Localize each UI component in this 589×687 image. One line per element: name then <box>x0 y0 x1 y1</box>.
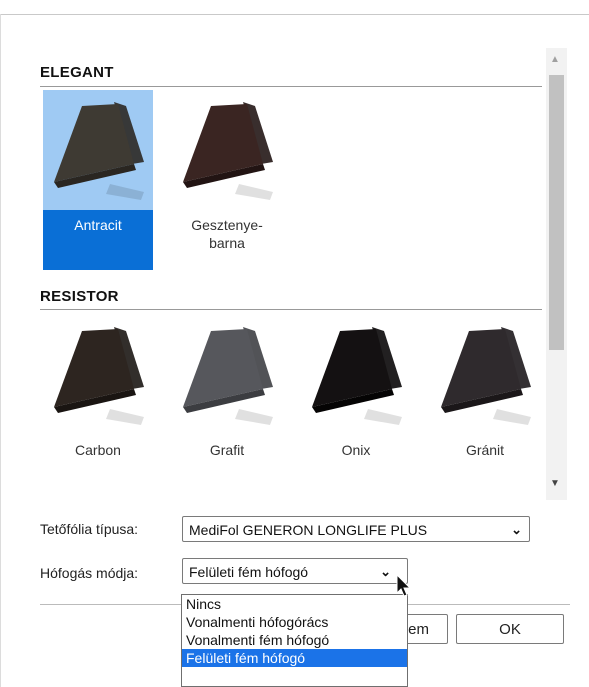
ok-button[interactable]: OK <box>456 614 564 644</box>
foil-type-label: Tetőfólia típusa: <box>40 521 139 537</box>
tile-antracit[interactable]: Antracit <box>43 90 153 270</box>
snow-guard-value: Felületi fém hófogó <box>189 564 309 580</box>
window-left-border <box>0 14 1 687</box>
section-title: RESISTOR <box>40 288 119 305</box>
scrollbar-thumb[interactable] <box>549 75 564 350</box>
roof-tile-icon <box>54 102 144 200</box>
section-divider <box>40 309 542 310</box>
scroll-down-arrow-icon[interactable]: ▼ <box>550 478 560 489</box>
tile-label: Antracit <box>74 217 122 233</box>
foil-type-value: MediFol GENERON LONGLIFE PLUS <box>189 522 428 538</box>
roof-tile-icon <box>183 327 273 425</box>
section-divider <box>40 86 542 87</box>
tile-label: Gránit <box>465 442 505 458</box>
snow-guard-dropdown-list: Nincs Vonalmenti hófogórács Vonalmenti f… <box>181 594 408 687</box>
snow-guard-label: Hófogás módja: <box>40 565 139 581</box>
tile-grafit[interactable]: Grafit <box>172 315 282 495</box>
mouse-cursor-icon <box>396 574 412 597</box>
tile-granit[interactable]: Gránit <box>430 315 540 495</box>
cancel-button-label: em <box>408 621 429 638</box>
section-title: ELEGANT <box>40 64 114 81</box>
window-top-border <box>0 14 589 15</box>
tile-label: Carbon <box>75 442 121 458</box>
tile-label: Gesztenye- barna <box>191 217 263 251</box>
roof-tile-icon <box>441 327 531 425</box>
tile-label: Grafit <box>209 442 245 458</box>
section-resistor: RESISTOR <box>40 288 542 310</box>
tile-onix[interactable]: Onix <box>301 315 411 495</box>
roof-tile-icon <box>54 327 144 425</box>
dropdown-option-vonalmenti-fem-hofogo[interactable]: Vonalmenti fém hófogó <box>182 631 407 649</box>
section-elegant: ELEGANT <box>40 64 542 87</box>
chevron-down-icon: ⌄ <box>511 522 522 537</box>
tile-gesztenyebarna[interactable]: Gesztenye- barna <box>172 90 282 270</box>
dropdown-option-nincs[interactable]: Nincs <box>182 595 407 613</box>
roof-tile-icon <box>183 102 273 200</box>
tile-carbon[interactable]: Carbon <box>43 315 153 495</box>
ok-button-label: OK <box>499 621 521 638</box>
scroll-up-arrow-icon[interactable]: ▲ <box>550 54 560 65</box>
snow-guard-select[interactable]: Felületi fém hófogó ⌄ <box>182 558 408 584</box>
chevron-down-icon: ⌄ <box>380 564 391 579</box>
tile-label: Onix <box>341 442 371 458</box>
dropdown-option-feluleti-fem-hofogo[interactable]: Felületi fém hófogó <box>182 649 407 667</box>
roof-tile-icon <box>312 327 402 425</box>
foil-type-select[interactable]: MediFol GENERON LONGLIFE PLUS ⌄ <box>182 516 530 542</box>
dropdown-option-vonalmenti-hofogoracs[interactable]: Vonalmenti hófogórács <box>182 613 407 631</box>
